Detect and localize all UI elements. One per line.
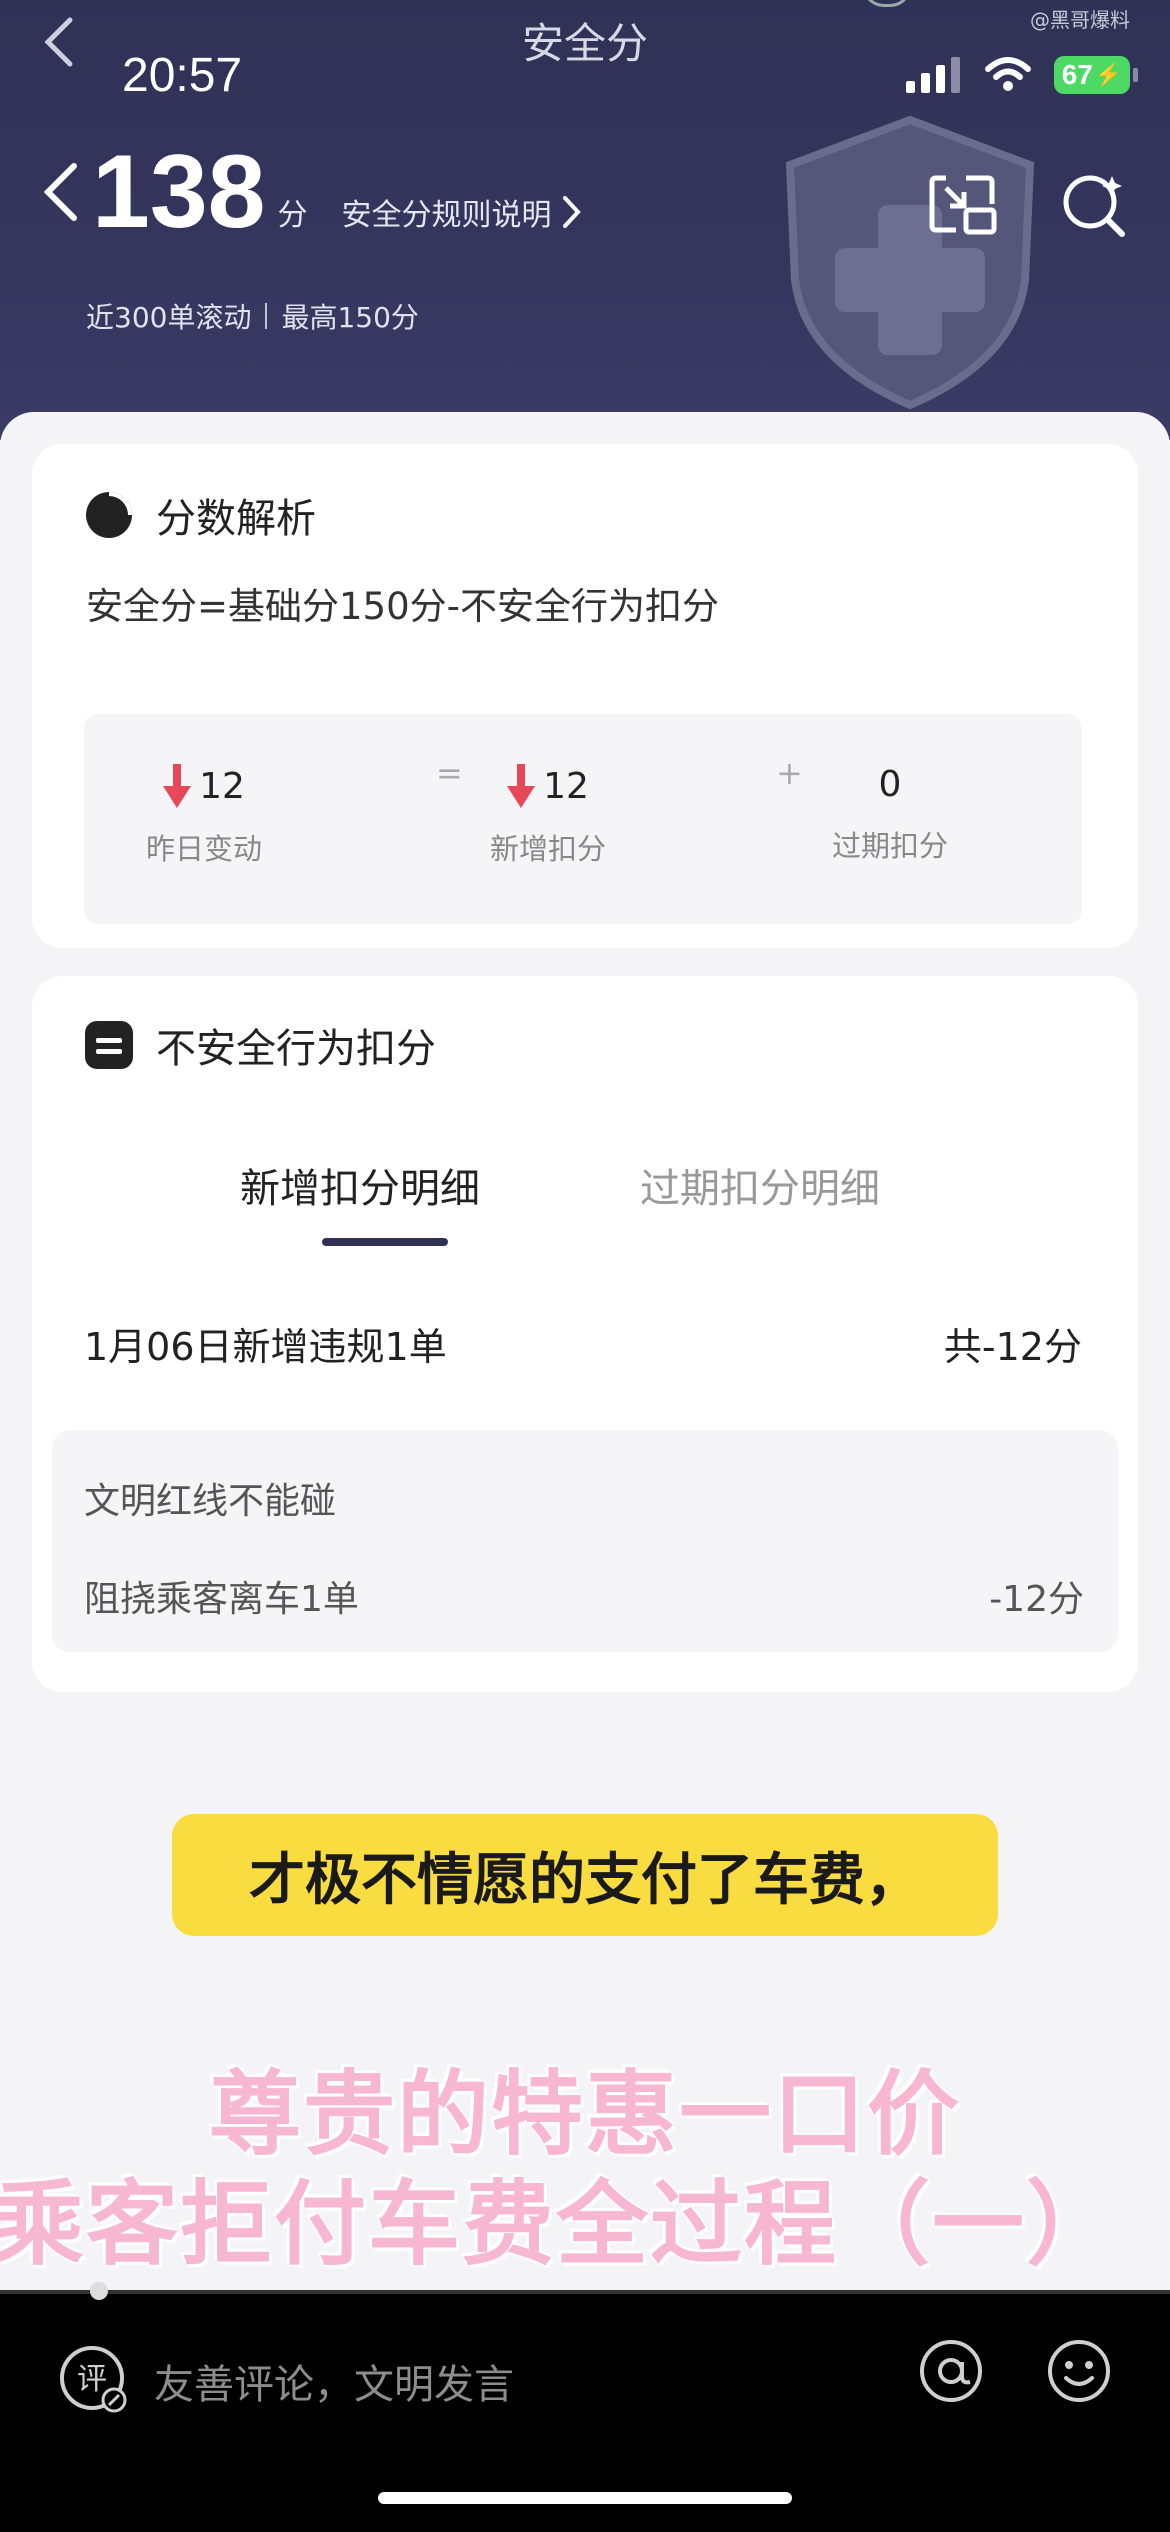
wifi-icon — [985, 57, 1031, 91]
new-label: 新增扣分 — [489, 832, 606, 866]
card-title: 不安全行为扣分 — [84, 1016, 436, 1074]
status-time: 20:57 — [122, 49, 243, 102]
expired-deduction: 0 过期扣分 — [770, 764, 1010, 865]
new-deduction: 12 新增扣分 — [428, 764, 668, 868]
expired-label: 过期扣分 — [831, 829, 948, 863]
rule-explanation-link[interactable]: 安全分规则说明 — [342, 190, 582, 234]
analysis-title: 分数解析 — [156, 496, 316, 542]
score-analysis-card: 分数解析 安全分=基础分150分-不安全行为扣分 12 昨日变动 = 12 新增… — [32, 444, 1138, 948]
comment-bar: 评 友善评论，文明发言 — [0, 2282, 1170, 2532]
charging-icon: ⚡ — [1094, 62, 1123, 87]
comment-input[interactable]: 友善评论，文明发言 — [154, 2352, 514, 2410]
violation-item-row: 阻挠乘客离车1单 -12分 — [84, 1570, 1084, 1622]
score-breakdown: 12 昨日变动 = 12 新增扣分 + 0 过期扣分 — [84, 714, 1082, 924]
battery-level: 67 — [1061, 59, 1093, 90]
expired-value: 0 — [878, 764, 902, 805]
score-formula: 安全分=基础分150分-不安全行为扣分 — [86, 585, 719, 628]
max-note: 最高150分 — [281, 301, 419, 334]
video-title-line2: 乘客拒付车费全过程（一） — [0, 2171, 1121, 2278]
rolling-note: 近300单滚动 — [86, 301, 252, 334]
violation-summary-row: 1月06日新增违规1单 共-12分 — [84, 1316, 1082, 1371]
card-title: 分数解析 — [84, 486, 316, 544]
safety-score: 138 — [92, 134, 266, 250]
back-arrow-icon[interactable] — [40, 160, 80, 224]
status-bar: 67 ⚡ — [906, 56, 1138, 94]
down-arrow-icon — [163, 764, 192, 808]
violation-points: -12分 — [989, 1579, 1084, 1620]
violation-detail: 文明红线不能碰 阻挠乘客离车1单 -12分 — [52, 1430, 1118, 1652]
header: @黑哥爆料 安全分 20:57 67 ⚡ 138 分 安全分规则说明 近300单… — [0, 0, 1170, 440]
shield-icon — [785, 115, 1035, 410]
search-icon[interactable] — [1060, 172, 1128, 240]
score-rules-summary: 近300单滚动 最高150分 — [86, 296, 419, 336]
yesterday-change: 12 昨日变动 — [84, 764, 324, 868]
screen-cast-icon[interactable] — [926, 172, 998, 236]
violation-item: 阻挠乘客离车1单 — [84, 1579, 359, 1620]
active-tab-indicator — [322, 1238, 448, 1246]
emoji-icon[interactable] — [1046, 2338, 1112, 2404]
subtitle-caption: 才极不情愿的支付了车费， — [172, 1814, 998, 1936]
yesterday-label: 昨日变动 — [145, 832, 262, 866]
violation-category: 文明红线不能碰 — [84, 1481, 337, 1522]
camera-notch-icon — [862, 0, 912, 7]
progress-handle[interactable] — [90, 2282, 108, 2300]
tab-new-deductions[interactable]: 新增扣分明细 — [240, 1156, 480, 1214]
pie-chart-icon — [86, 492, 132, 538]
comment-icon-char: 评 — [77, 2362, 107, 2397]
content-sheet: 分数解析 安全分=基础分150分-不安全行为扣分 12 昨日变动 = 12 新增… — [0, 412, 1170, 2292]
home-indicator[interactable] — [378, 2492, 792, 2504]
rule-link-label: 安全分规则说明 — [341, 198, 552, 233]
violation-date-line: 1月06日新增违规1单 — [84, 1325, 447, 1369]
battery-indicator: 67 ⚡ — [1054, 56, 1138, 94]
tab-expired-deductions[interactable]: 过期扣分明细 — [640, 1156, 880, 1214]
violation-total: 共-12分 — [943, 1325, 1082, 1369]
score-row: 138 分 安全分规则说明 — [40, 140, 582, 244]
score-unit: 分 — [277, 198, 308, 233]
down-arrow-icon — [507, 764, 536, 808]
yesterday-value: 12 — [199, 765, 245, 807]
new-value: 12 — [543, 765, 589, 807]
chevron-right-icon — [562, 196, 581, 228]
video-progress-bar[interactable] — [0, 2290, 1170, 2294]
document-icon — [85, 1021, 133, 1069]
unsafe-deduction-card: 不安全行为扣分 新增扣分明细 过期扣分明细 1月06日新增违规1单 共-12分 … — [32, 976, 1138, 1692]
comment-icon[interactable]: 评 — [56, 2342, 130, 2416]
unsafe-title: 不安全行为扣分 — [156, 1026, 436, 1072]
mention-icon[interactable] — [918, 2338, 984, 2404]
signal-icon — [906, 57, 960, 93]
divider — [265, 303, 268, 329]
